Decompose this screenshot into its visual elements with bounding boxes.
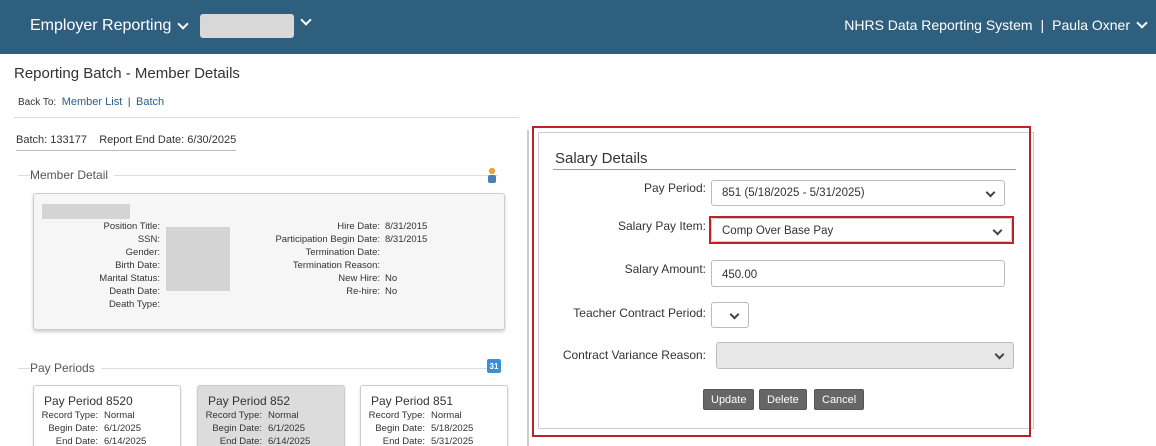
pay-period-title: Pay Period 852 bbox=[208, 394, 291, 408]
rehire-value: No bbox=[385, 286, 398, 297]
contract-variance-reason-select[interactable] bbox=[716, 342, 1014, 369]
header-right: NHRS Data Reporting System | Paula Oxner bbox=[844, 17, 1148, 33]
record-type-label: Record Type: bbox=[41, 410, 98, 421]
divider bbox=[14, 117, 519, 118]
salary-pay-item-label: Salary Pay Item: bbox=[617, 219, 706, 233]
end-date-label: End Date: bbox=[219, 436, 262, 446]
termination-reason-label: Termination Reason: bbox=[292, 260, 380, 271]
top-nav-bar: Employer Reporting NHRS Data Reporting S… bbox=[0, 0, 1156, 54]
death-type-label: Death Type: bbox=[108, 299, 160, 310]
report-end-label: Report End Date: bbox=[99, 134, 185, 146]
update-button[interactable]: Update bbox=[703, 389, 755, 410]
header-separator: | bbox=[1040, 17, 1045, 33]
contract-variance-reason-label: Contract Variance Reason: bbox=[562, 348, 706, 362]
record-type-value: Normal bbox=[104, 410, 135, 421]
employer-reporting-menu[interactable]: Employer Reporting bbox=[30, 17, 190, 35]
system-name: NHRS Data Reporting System bbox=[844, 17, 1033, 33]
report-end-date: 6/30/2025 bbox=[187, 134, 237, 146]
rehire-label: Re-hire: bbox=[346, 286, 380, 297]
page-title: Reporting Batch - Member Details bbox=[14, 65, 240, 82]
pay-period-value: 851 (5/18/2025 - 5/31/2025) bbox=[722, 187, 865, 199]
batch-label: Batch: bbox=[16, 134, 48, 146]
back-to-label: Back To: bbox=[18, 97, 57, 108]
member-detail-card: Position Title: SSN: Gender: Birth Date:… bbox=[33, 193, 505, 330]
cancel-button[interactable]: Cancel bbox=[814, 389, 865, 410]
record-type-label: Record Type: bbox=[368, 410, 425, 421]
employer-reporting-label: Employer Reporting bbox=[30, 17, 172, 34]
participation-begin-value: 8/31/2015 bbox=[385, 234, 428, 245]
end-date-value: 6/14/2025 bbox=[104, 436, 147, 446]
end-date-value: 6/14/2025 bbox=[268, 436, 311, 446]
begin-date-value: 5/18/2025 bbox=[431, 423, 474, 434]
chevron-down-icon bbox=[177, 18, 190, 30]
chevron-down-icon bbox=[994, 349, 1005, 360]
member-detail-heading: Member Detail bbox=[30, 168, 115, 182]
chevron-down-icon bbox=[729, 309, 740, 320]
begin-date-value: 6/1/2025 bbox=[268, 423, 305, 434]
salary-amount-input[interactable]: 450.00 bbox=[711, 260, 1005, 287]
pay-period-card[interactable]: Pay Period 852 Record Type: Normal Begin… bbox=[197, 385, 345, 446]
batch-info: Batch: 133177 Report End Date: 6/30/2025 bbox=[16, 134, 237, 151]
breadcrumb: Back To: Member List | Batch bbox=[18, 96, 164, 108]
pay-periods-heading: Pay Periods bbox=[30, 361, 101, 375]
chevron-down-icon bbox=[985, 187, 996, 198]
salary-details-heading: Salary Details bbox=[555, 150, 648, 167]
begin-date-label: Begin Date: bbox=[212, 423, 262, 434]
divider bbox=[553, 169, 1016, 170]
salary-pay-item-select[interactable]: Comp Over Base Pay bbox=[711, 218, 1012, 242]
end-date-label: End Date: bbox=[55, 436, 98, 446]
salary-amount-label: Salary Amount: bbox=[624, 262, 706, 276]
birth-date-label: Birth Date: bbox=[115, 260, 160, 271]
hire-date-label: Hire Date: bbox=[337, 221, 380, 232]
calendar-icon[interactable]: 31 bbox=[487, 359, 501, 373]
participation-begin-label: Participation Begin Date: bbox=[275, 234, 380, 245]
person-icon[interactable] bbox=[486, 167, 498, 183]
record-type-value: Normal bbox=[431, 410, 462, 421]
pay-period-select[interactable]: 851 (5/18/2025 - 5/31/2025) bbox=[711, 180, 1005, 206]
termination-date-label: Termination Date: bbox=[305, 247, 380, 258]
pay-period-card[interactable]: Pay Period 8520 Record Type: Normal Begi… bbox=[33, 385, 181, 446]
new-hire-label: New Hire: bbox=[338, 273, 380, 284]
gender-label: Gender: bbox=[125, 247, 160, 258]
end-date-value: 5/31/2025 bbox=[431, 436, 474, 446]
position-title-label: Position Title: bbox=[103, 221, 161, 232]
employer-select-redacted[interactable] bbox=[200, 14, 294, 38]
end-date-label: End Date: bbox=[382, 436, 425, 446]
salary-amount-value: 450.00 bbox=[722, 269, 758, 281]
pay-period-title: Pay Period 851 bbox=[371, 394, 454, 408]
batch-link[interactable]: Batch bbox=[136, 96, 164, 108]
batch-number: 133177 bbox=[50, 134, 87, 146]
user-name: Paula Oxner bbox=[1052, 17, 1130, 33]
begin-date-label: Begin Date: bbox=[48, 423, 98, 434]
new-hire-value: No bbox=[385, 273, 398, 284]
user-menu[interactable]: Paula Oxner bbox=[1052, 17, 1130, 33]
record-type-value: Normal bbox=[268, 410, 299, 421]
teacher-contract-period-label: Teacher Contract Period: bbox=[573, 306, 706, 320]
death-date-label: Death Date: bbox=[109, 286, 160, 297]
chevron-down-icon[interactable] bbox=[1136, 17, 1148, 29]
pay-period-label: Pay Period: bbox=[643, 181, 706, 195]
panel-splitter[interactable] bbox=[527, 130, 529, 446]
member-name-redacted bbox=[42, 204, 130, 219]
pay-period-card[interactable]: Pay Period 851 Record Type: Normal Begin… bbox=[360, 385, 508, 446]
begin-date-value: 6/1/2025 bbox=[104, 423, 141, 434]
teacher-contract-period-select[interactable] bbox=[711, 302, 749, 328]
marital-status-label: Marital Status: bbox=[99, 273, 160, 284]
delete-button[interactable]: Delete bbox=[759, 389, 807, 410]
ssn-label: SSN: bbox=[137, 234, 160, 245]
breadcrumb-separator: | bbox=[127, 97, 131, 108]
member-list-link[interactable]: Member List bbox=[62, 96, 123, 108]
hire-date-value: 8/31/2015 bbox=[385, 221, 428, 232]
chevron-down-icon[interactable] bbox=[300, 14, 312, 26]
begin-date-label: Begin Date: bbox=[375, 423, 425, 434]
chevron-down-icon bbox=[992, 225, 1003, 236]
pay-period-title: Pay Period 8520 bbox=[44, 394, 133, 408]
record-type-label: Record Type: bbox=[205, 410, 262, 421]
salary-pay-item-value: Comp Over Base Pay bbox=[722, 225, 834, 237]
